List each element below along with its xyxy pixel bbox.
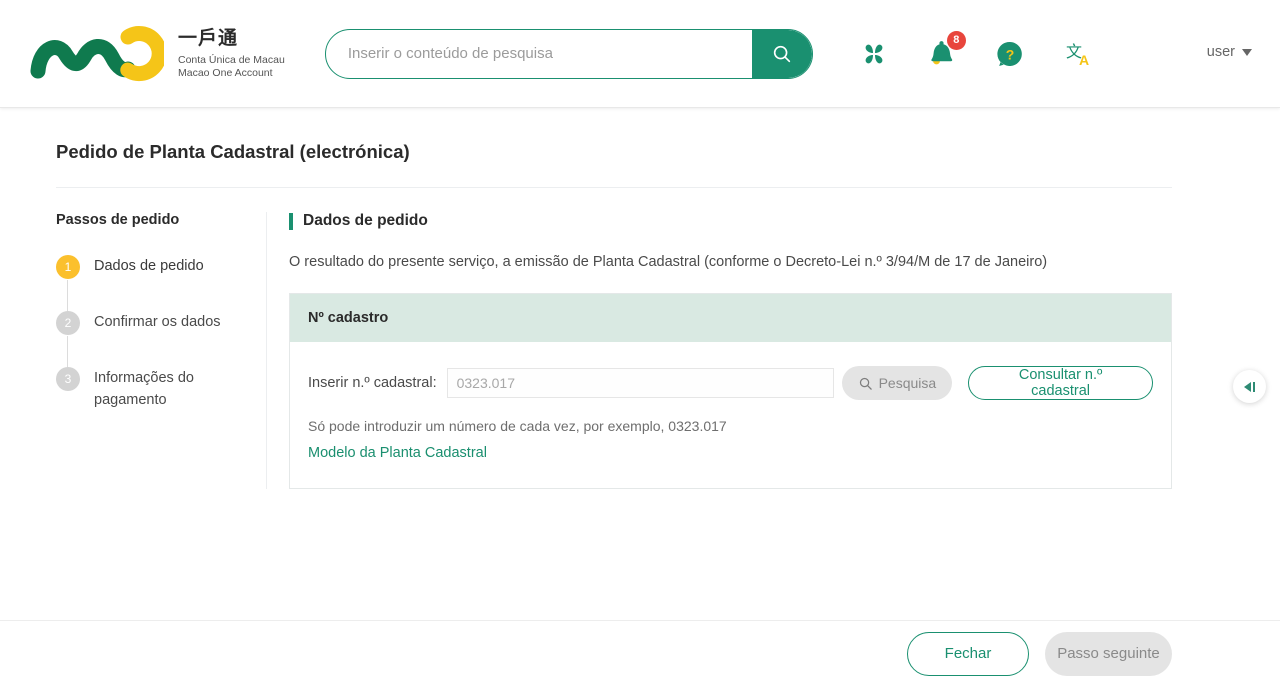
notification-badge: 8 xyxy=(946,30,966,50)
section-header: Dados de pedido xyxy=(289,212,1172,230)
user-menu[interactable]: user xyxy=(1207,44,1252,60)
step-label: Confirmar os dados xyxy=(94,314,221,330)
logo-chinese-title: 一戶通 xyxy=(178,28,239,50)
apps-grid-icon xyxy=(865,44,883,63)
global-search[interactable] xyxy=(324,28,813,79)
pesquisa-button[interactable]: Pesquisa xyxy=(841,366,953,400)
macao-one-account-logo-icon xyxy=(30,25,164,81)
cadastro-card: Nº cadastro Inserir n.º cadastral: Pesqu… xyxy=(289,293,1172,489)
notifications-button[interactable]: 8 xyxy=(923,30,966,73)
card-header-title: Nº cadastro xyxy=(290,294,1171,342)
svg-text:?: ? xyxy=(1006,46,1015,62)
steps-sidebar-title: Passos de pedido xyxy=(56,212,180,228)
consultar-cadastral-button[interactable]: Consultar n.º cadastral xyxy=(968,366,1153,400)
step-number-badge: 3 xyxy=(56,367,80,391)
logo-block[interactable]: 一戶通 Conta Única de Macau Macao One Accou… xyxy=(28,23,285,85)
help-button[interactable]: ? xyxy=(991,35,1029,73)
section-accent-bar xyxy=(289,212,293,230)
sidebar-step-3[interactable]: 3 Informações do pagamento xyxy=(56,366,256,412)
cadastro-field-row: Inserir n.º cadastral: Pesquisa Consulta… xyxy=(308,366,1153,400)
apps-grid-button[interactable] xyxy=(855,35,893,73)
chevron-down-icon xyxy=(1242,48,1252,56)
search-icon xyxy=(859,377,872,390)
logo-english-subtitle: Macao One Account xyxy=(178,66,273,79)
fechar-button[interactable]: Fechar xyxy=(907,631,1029,676)
app-header: 一戶通 Conta Única de Macau Macao One Accou… xyxy=(0,0,1280,108)
search-icon xyxy=(773,45,790,62)
step-label: Dados de pedido xyxy=(94,258,204,274)
steps-sidebar: Passos de pedido 1 Dados de pedido 2 Con… xyxy=(56,212,267,489)
cadastro-hint-text: Só pode introduzir um número de cada vez… xyxy=(308,418,727,434)
svg-text:A: A xyxy=(1079,52,1089,68)
main-panel: Dados de pedido O resultado do presente … xyxy=(267,212,1280,489)
collapse-panel-button[interactable] xyxy=(1233,370,1266,403)
cadastro-input-label: Inserir n.º cadastral: xyxy=(308,375,437,391)
logo-text: 一戶通 Conta Única de Macau Macao One Accou… xyxy=(178,28,285,79)
step-number-badge: 1 xyxy=(56,255,80,279)
logo-portuguese-subtitle: Conta Única de Macau xyxy=(178,53,285,66)
step-label: Informações do pagamento xyxy=(94,370,194,409)
search-input[interactable] xyxy=(325,29,752,78)
page-content: Passos de pedido 1 Dados de pedido 2 Con… xyxy=(0,188,1280,489)
user-menu-label: user xyxy=(1206,44,1235,60)
page-title: Pedido de Planta Cadastral (electrónica) xyxy=(56,141,410,162)
search-submit-button[interactable] xyxy=(751,29,812,78)
passo-seguinte-button[interactable]: Passo seguinte xyxy=(1045,631,1172,676)
language-translate-icon: 文 A xyxy=(1066,42,1089,68)
modelo-planta-cadastral-link[interactable]: Modelo da Planta Cadastral xyxy=(308,445,487,461)
section-title: Dados de pedido xyxy=(303,212,428,229)
language-button[interactable]: 文 A xyxy=(1059,35,1097,73)
help-chat-icon: ? xyxy=(997,41,1022,66)
page-footer: Fechar Passo seguinte xyxy=(0,620,1280,686)
steps-list: 1 Dados de pedido 2 Confirmar os dados 3… xyxy=(56,254,256,412)
step-number-badge: 2 xyxy=(56,311,80,335)
pesquisa-button-label: Pesquisa xyxy=(878,375,937,391)
sidebar-step-1[interactable]: 1 Dados de pedido xyxy=(56,254,256,320)
sidebar-step-2[interactable]: 2 Confirmar os dados xyxy=(56,310,256,376)
card-body: Inserir n.º cadastral: Pesquisa Consulta… xyxy=(290,342,1171,488)
section-description: O resultado do presente serviço, a emiss… xyxy=(289,254,1048,270)
collapse-panel-icon xyxy=(1244,381,1255,392)
header-icon-group: 8 ? 文 A xyxy=(855,30,1097,73)
cadastro-number-input[interactable] xyxy=(446,368,834,398)
